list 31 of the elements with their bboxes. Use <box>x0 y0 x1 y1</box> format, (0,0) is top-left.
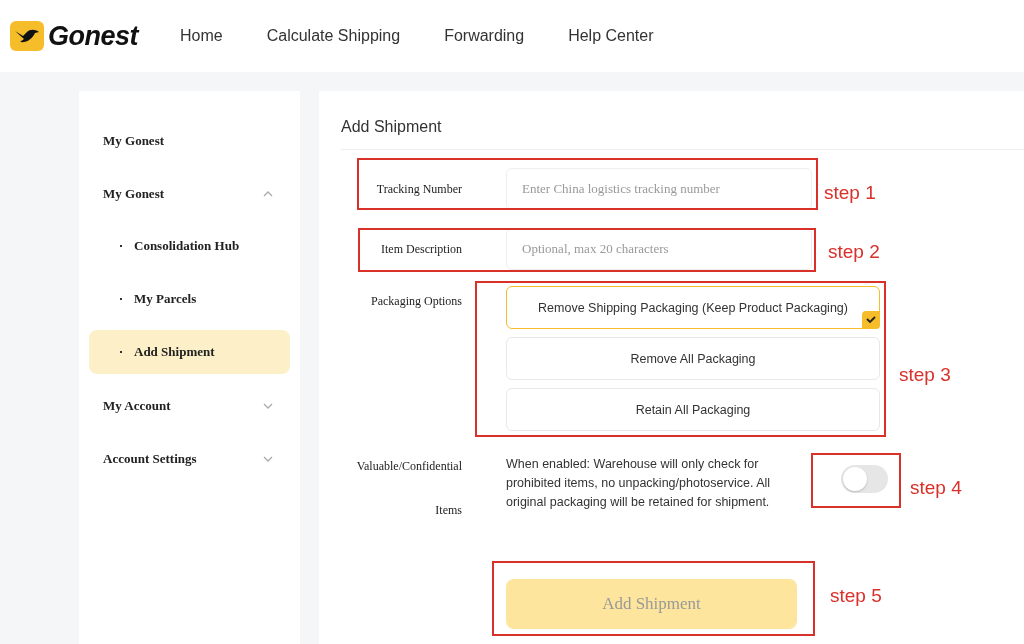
step-label: step 1 <box>824 181 876 205</box>
nav-link[interactable]: Help Center <box>568 27 654 45</box>
sidebar-item[interactable]: My Account <box>79 379 300 432</box>
field-label: Valuable/Confidential Items <box>355 458 462 519</box>
sidebar-item[interactable]: My Gonest <box>79 114 300 167</box>
field-label: Item Description <box>380 241 462 257</box>
packaging-option[interactable]: Remove Shipping Packaging (Keep Product Packaging) <box>506 286 880 329</box>
description-text: When enabled: Warehouse will only check for prohibited items, no unpacking/photoservice. All original packaging will be retained for shipment. <box>506 456 772 511</box>
packaging-option[interactable]: Remove All Packaging <box>506 337 880 380</box>
field-label: Packaging Options <box>370 293 462 310</box>
bird-logo-icon <box>10 21 44 51</box>
input-field[interactable]: Enter China logistics tracking number <box>506 168 812 210</box>
step-label: step 4 <box>910 476 962 500</box>
field-label: Tracking Number <box>375 181 462 197</box>
check-icon <box>862 311 880 329</box>
nav-link[interactable]: Forwarding <box>444 27 525 45</box>
step-label: step 5 <box>830 584 882 608</box>
input-field[interactable]: Optional, max 20 characters <box>506 228 812 270</box>
step-label: step 2 <box>828 240 880 264</box>
sidebar-subitem[interactable]: Consolidation Hub <box>89 224 290 268</box>
logo-wordmark[interactable]: Gonest <box>48 20 138 52</box>
sidebar-item[interactable]: Account Settings <box>79 432 300 485</box>
sidebar-subitem[interactable]: My Parcels <box>89 277 290 321</box>
step-label: step 3 <box>899 363 951 387</box>
page-title: Add Shipment <box>341 117 443 137</box>
toggle-switch[interactable] <box>841 465 888 493</box>
sidebar-item[interactable]: My Gonest <box>79 167 300 220</box>
nav-link[interactable]: Calculate Shipping <box>266 27 401 45</box>
sidebar-subitem[interactable]: Add Shipment <box>89 330 290 374</box>
packaging-option[interactable]: Retain All Packaging <box>506 388 880 431</box>
nav-link[interactable]: Home <box>180 27 223 45</box>
